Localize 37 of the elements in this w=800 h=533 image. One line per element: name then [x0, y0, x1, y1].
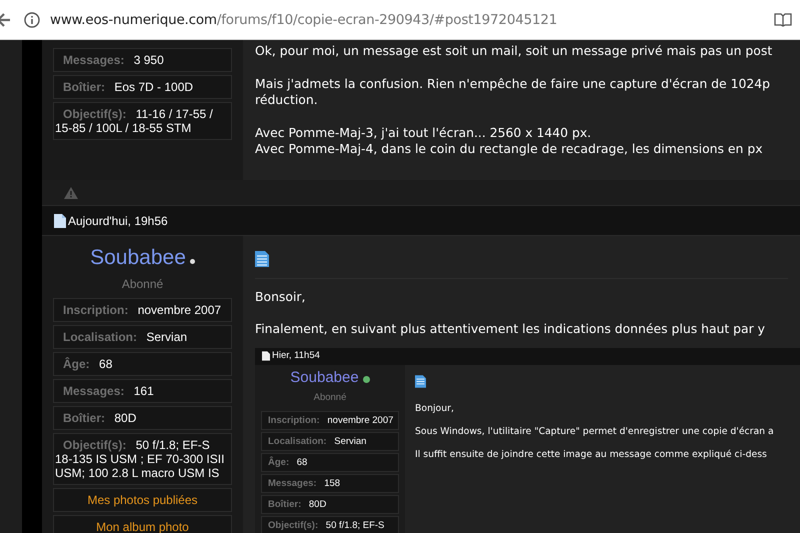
profile-field: Messages: 3 950 — [53, 48, 232, 72]
message-text: Bonjour, — [415, 402, 455, 414]
document-icon — [54, 214, 66, 228]
reader-view-icon[interactable] — [774, 12, 792, 26]
message-text: Bonsoir, — [255, 288, 306, 305]
document-icon — [262, 351, 270, 361]
profile-field: Boîtier: 80D — [261, 494, 399, 514]
profile-link[interactable]: Mes photos publiées — [53, 488, 232, 512]
profile-field: Messages: 161 — [53, 379, 232, 403]
message-text: Ok, pour moi, un message est soit un mail, soit un message privé mais pas un post — [255, 43, 774, 60]
profile-field: Âge: 68 — [53, 352, 232, 376]
message-text: Sous Windows, l'utilitaire "Capture" permet d'enregistrer une copie d'écran a — [415, 424, 775, 438]
profile-field: Objectif(s): 11-16 / 17-55 / 15-85 / 100L / 18-55 STM — [53, 102, 232, 140]
profile-field: Inscription: novembre 2007 — [53, 298, 232, 322]
username-link[interactable]: Soubabee — [90, 246, 186, 270]
info-icon[interactable] — [24, 12, 40, 28]
profile-field: Objectif(s): 50 f/1.8; EF-S — [261, 516, 399, 533]
profile-field: Localisation: Servian — [53, 325, 232, 349]
profile-field: Inscription: novembre 2007 — [261, 410, 399, 430]
user-rank: Abonné — [314, 391, 346, 405]
message-text: réduction. — [255, 92, 319, 108]
profile-field: Âge: 68 — [261, 452, 399, 472]
message-text: Il suffit ensuite de joindre cette image au message comme expliqué ci-dess — [415, 448, 768, 460]
post-date: Hier, 11h54 — [272, 348, 320, 363]
profile-field: Boîtier: 80D — [53, 406, 232, 430]
profile-field: Boîtier: Eos 7D - 100D — [53, 75, 232, 99]
message-text: Finalement, en suivant plus attentivement les indications données plus haut par y — [255, 321, 766, 338]
profile-field: Messages: 158 — [261, 474, 399, 492]
message-text: Mais j'admets la confusion. Rien n'empêche de faire une capture d'écran de 1024p — [255, 76, 772, 92]
document-icon — [415, 374, 426, 388]
user-rank: Abonné — [122, 277, 164, 291]
post-date: Aujourd'hui, 19h56 — [68, 214, 168, 228]
profile-field: Objectif(s): 50 f/1.8; EF-S 18-135 IS USM ; EF 70-300 ISII USM; 100 2.8 L macro USM IS — [53, 433, 232, 485]
message-text: Avec Pomme-Maj-3, j'ai tout l'écran... 2560 x 1440 px. — [255, 124, 592, 141]
document-icon — [255, 251, 269, 267]
profile-field: Localisation: Servian — [261, 432, 399, 450]
message-text: Avec Pomme-Maj-4, dans le coin du rectangle de recadrage, les dimensions en px — [255, 141, 764, 158]
